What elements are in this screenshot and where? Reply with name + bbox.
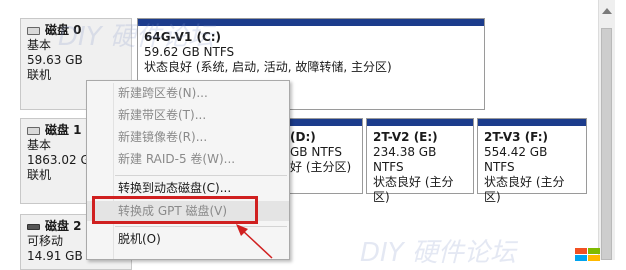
- disk-management-view: 磁盘 0 基本 59.63 GB 联机 64G-V1 (C:) 59.62 GB…: [0, 0, 626, 270]
- annotation-arrow-icon: [236, 224, 273, 259]
